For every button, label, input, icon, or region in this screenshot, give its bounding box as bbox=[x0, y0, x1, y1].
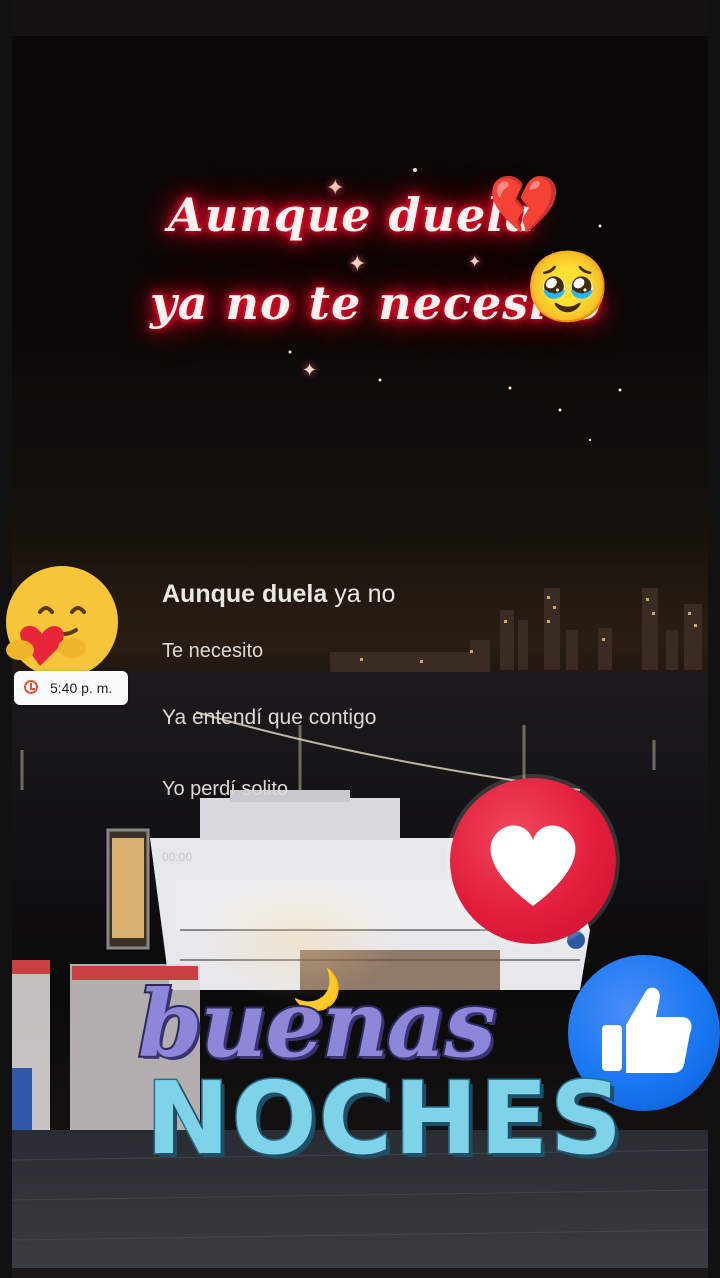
lyric-line-1: Aunque duela ya no bbox=[162, 580, 395, 609]
pleading-face-icon: 🥹 bbox=[524, 246, 612, 328]
time-badge: 5:40 p. m. bbox=[14, 671, 128, 705]
lyric-timer: 00:00 bbox=[162, 850, 193, 864]
heart-reaction-icon bbox=[490, 825, 576, 906]
broken-heart-icon: 💔 bbox=[488, 171, 561, 239]
lyric-line-3: Ya entendí que contigo bbox=[162, 706, 377, 729]
lyric-line-1-rest: ya no bbox=[327, 580, 396, 608]
heart-reaction-button[interactable] bbox=[450, 778, 616, 944]
sparkle-icon: ✦ bbox=[468, 252, 482, 271]
time-badge-text: 5:40 p. m. bbox=[50, 680, 113, 696]
overlay-title-line1: Aunque duela bbox=[168, 188, 536, 242]
lyric-line-2: Te necesito bbox=[162, 640, 264, 662]
sparkle-icon: ✦ bbox=[302, 360, 318, 381]
lyric-line-4: Yo perdí solito bbox=[162, 778, 289, 800]
lyric-line-1-bold: Aunque duela bbox=[162, 580, 328, 608]
sparkle-icon: ✦ bbox=[348, 252, 367, 277]
care-emoji-icon[interactable] bbox=[2, 566, 120, 682]
video-frame: ✦ ✦ ✦ ✦ Aunque duela ya no te necesito 💔… bbox=[0, 0, 720, 1278]
greeting-line2: NOCHES bbox=[144, 1059, 625, 1179]
clock-icon bbox=[24, 680, 38, 694]
